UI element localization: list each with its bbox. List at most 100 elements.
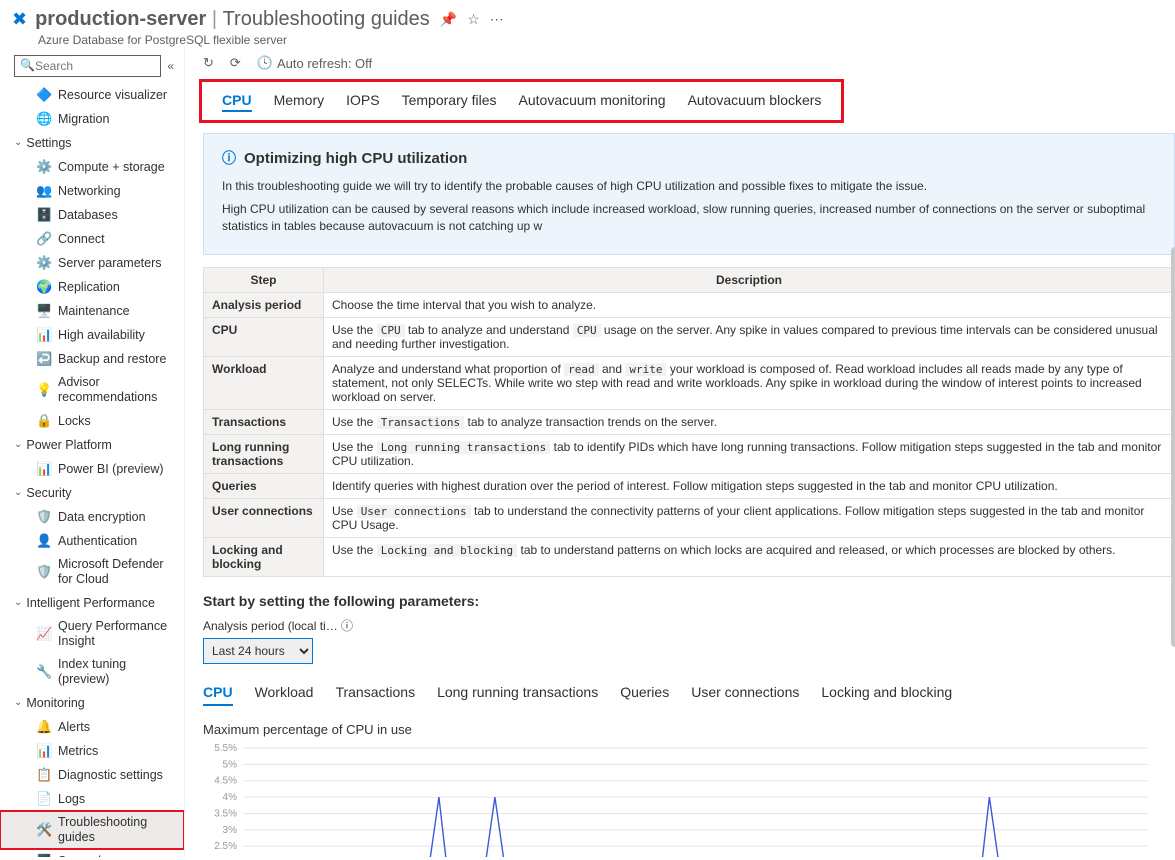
sidebar-item-power-platform[interactable]: ⌄Power Platform [0, 433, 184, 457]
sidebar-item-server-parameters[interactable]: ⚙️Server parameters [0, 251, 184, 275]
th-step: Step [204, 268, 324, 293]
item-icon: 🔔 [36, 719, 52, 735]
sidebar-item-backup-and-restore[interactable]: ↩️Backup and restore [0, 347, 184, 371]
tab-memory[interactable]: Memory [274, 90, 325, 112]
chevron-down-icon: ⌄ [14, 439, 22, 451]
chevron-down-icon: ⌄ [14, 137, 22, 149]
tab-iops[interactable]: IOPS [346, 90, 379, 112]
sidebar-item-data-encryption[interactable]: 🛡️Data encryption [0, 505, 184, 529]
star-icon[interactable]: ☆ [467, 11, 480, 28]
sidebar-item-databases[interactable]: 🗄️Databases [0, 203, 184, 227]
chevron-down-icon: ⌄ [14, 487, 22, 499]
autorefresh-toggle[interactable]: 🕓 Auto refresh: Off [257, 55, 372, 71]
scrollbar[interactable] [1171, 247, 1175, 647]
sidebar-item-query-performance-insight[interactable]: 📈Query Performance Insight [0, 615, 184, 653]
table-row: User connectionsUse User connections tab… [204, 499, 1175, 538]
info-line-2: High CPU utilization can be caused by se… [222, 201, 1156, 235]
sidebar-item-high-availability[interactable]: 📊High availability [0, 323, 184, 347]
tab-cpu[interactable]: CPU [222, 90, 252, 112]
sidebar-item-maintenance[interactable]: 🖥️Maintenance [0, 299, 184, 323]
item-icon: 🔧 [36, 664, 52, 680]
svg-text:5%: 5% [223, 760, 238, 771]
sidebar-item-troubleshooting-guides[interactable]: 🛠️Troubleshooting guides [0, 811, 184, 849]
tab-temporary-files[interactable]: Temporary files [402, 90, 497, 112]
sidebar-item-index-tuning-preview-[interactable]: 🔧Index tuning (preview) [0, 653, 184, 691]
item-icon: 🛠️ [36, 822, 52, 838]
sidebar-item-intelligent-performance[interactable]: ⌄Intelligent Performance [0, 591, 184, 615]
reload-icon[interactable]: ⟳ [230, 55, 241, 71]
sidebar-item-compute-storage[interactable]: ⚙️Compute + storage [0, 155, 184, 179]
item-icon: 🛡️ [36, 564, 52, 580]
autorefresh-label: Auto refresh: Off [277, 56, 372, 71]
sidebar-item-networking[interactable]: 👥Networking [0, 179, 184, 203]
page-subtitle: Troubleshooting guides [223, 8, 430, 30]
table-row: Long running transactionsUse the Long ru… [204, 435, 1175, 474]
subtab-cpu[interactable]: CPU [203, 684, 233, 706]
table-row: WorkloadAnalyze and understand what prop… [204, 357, 1175, 410]
sidebar-item-authentication[interactable]: 👤Authentication [0, 529, 184, 553]
subtab-locking-and-blocking[interactable]: Locking and blocking [821, 684, 952, 706]
search-input[interactable] [14, 55, 161, 77]
sidebar-item-diagnostic-settings[interactable]: 📋Diagnostic settings [0, 763, 184, 787]
item-icon: 📊 [36, 461, 52, 477]
refresh-icon[interactable]: ↻ [203, 55, 214, 71]
resource-name: production-server [35, 8, 206, 30]
chart-title: Maximum percentage of CPU in use [203, 722, 1175, 737]
sidebar-item-replication[interactable]: 🌍Replication [0, 275, 184, 299]
item-icon: 🔒 [36, 413, 52, 429]
tools-icon: ✖ [12, 9, 27, 30]
sidebar-item-power-bi-preview-[interactable]: 📊Power BI (preview) [0, 457, 184, 481]
subtab-long-running-transactions[interactable]: Long running transactions [437, 684, 598, 706]
tab-autovacuum-blockers[interactable]: Autovacuum blockers [688, 90, 822, 112]
info-line-1: In this troubleshooting guide we will tr… [222, 178, 1156, 195]
pin-icon[interactable]: 📌 [440, 11, 457, 28]
sidebar-item-logs[interactable]: 📄Logs [0, 787, 184, 811]
sidebar-item-metrics[interactable]: 📊Metrics [0, 739, 184, 763]
item-icon: ⚙️ [36, 159, 52, 175]
resource-type: Azure Database for PostgreSQL flexible s… [38, 33, 1175, 47]
main-content: ↻ ⟳ 🕓 Auto refresh: Off CPU Memory IOPS Tem… [185, 47, 1175, 857]
svg-text:4%: 4% [223, 792, 238, 803]
item-icon: 🌐 [36, 111, 52, 127]
svg-text:2.5%: 2.5% [214, 842, 237, 853]
svg-text:5.5%: 5.5% [214, 743, 237, 754]
sidebar-item-advisor-recommendations[interactable]: 💡Advisor recommendations [0, 371, 184, 409]
sidebar-item-monitoring[interactable]: ⌄Monitoring [0, 691, 184, 715]
tab-autovacuum-monitoring[interactable]: Autovacuum monitoring [519, 90, 666, 112]
item-icon: 🔗 [36, 231, 52, 247]
item-icon: 📄 [36, 791, 52, 807]
table-row: TransactionsUse the Transactions tab to … [204, 410, 1175, 435]
item-icon: ↩️ [36, 351, 52, 367]
search-icon: 🔍 [20, 58, 35, 72]
item-icon: 🗄️ [36, 207, 52, 223]
params-title: Start by setting the following parameter… [203, 593, 1175, 609]
sidebar-item-locks[interactable]: 🔒Locks [0, 409, 184, 433]
sidebar-item-settings[interactable]: ⌄Settings [0, 131, 184, 155]
sub-tabs: CPU Workload Transactions Long running tran… [203, 684, 1175, 706]
sidebar-item-security[interactable]: ⌄Security [0, 481, 184, 505]
subtab-queries[interactable]: Queries [620, 684, 669, 706]
item-icon: 💡 [36, 382, 52, 398]
subtab-transactions[interactable]: Transactions [335, 684, 415, 706]
item-icon: ⚙️ [36, 255, 52, 271]
more-icon[interactable]: ⋯ [490, 11, 504, 28]
item-icon: 📊 [36, 327, 52, 343]
sidebar-item-connect[interactable]: 🔗Connect [0, 227, 184, 251]
item-icon: 📊 [36, 743, 52, 759]
svg-text:3%: 3% [223, 825, 238, 836]
sidebar-item-resource-visualizer[interactable]: 🔷Resource visualizer [0, 83, 184, 107]
sidebar-item-server-logs[interactable]: 🖥️Server logs [0, 849, 184, 857]
sidebar-item-alerts[interactable]: 🔔Alerts [0, 715, 184, 739]
info-icon: ⓘ [222, 148, 236, 168]
analysis-period-select[interactable]: Last 24 hours [203, 638, 313, 664]
collapse-sidebar-icon[interactable]: « [167, 59, 174, 73]
page-title: production-server | Troubleshooting guid… [35, 8, 430, 31]
table-row: CPUUse the CPU tab to analyze and unders… [204, 318, 1175, 357]
subtab-workload[interactable]: Workload [255, 684, 314, 706]
sidebar-item-microsoft-defender-for-cloud[interactable]: 🛡️Microsoft Defender for Cloud [0, 553, 184, 591]
subtab-user-connections[interactable]: User connections [691, 684, 799, 706]
info-box: ⓘ Optimizing high CPU utilization In thi… [203, 133, 1175, 255]
info-title: Optimizing high CPU utilization [244, 150, 467, 167]
sidebar-item-migration[interactable]: 🌐Migration [0, 107, 184, 131]
guide-table: Step Description Analysis periodChoose t… [203, 267, 1175, 577]
